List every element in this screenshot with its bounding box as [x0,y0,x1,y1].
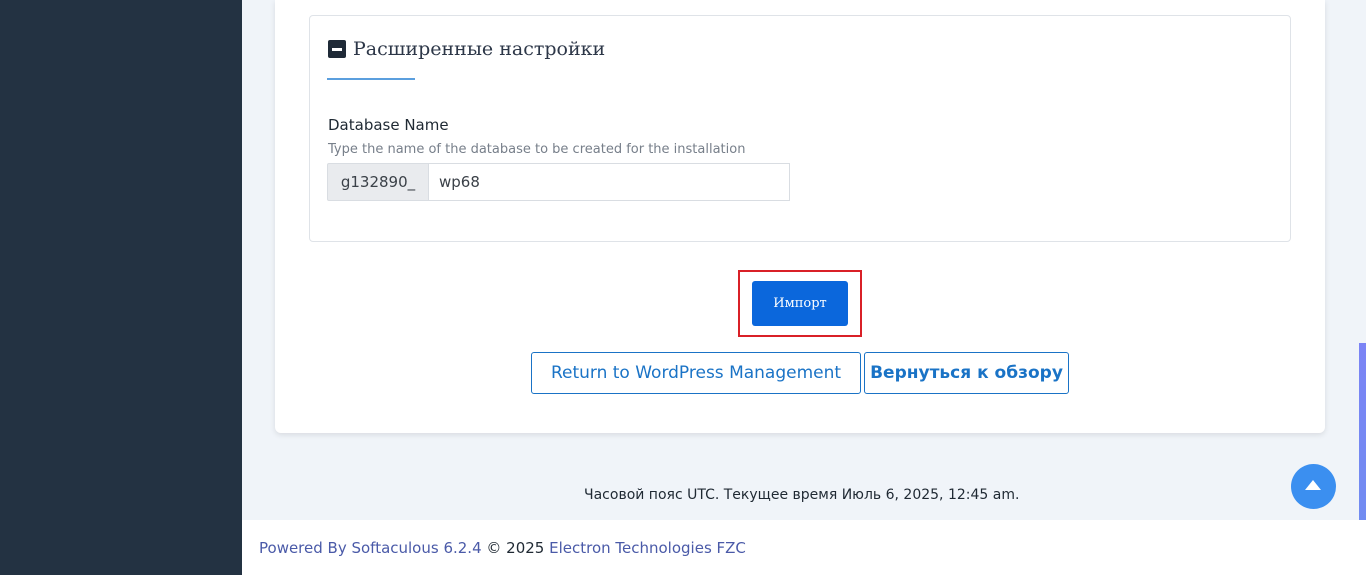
import-button[interactable]: Импорт [752,281,848,326]
return-to-management-button[interactable]: Return to WordPress Management [531,352,861,394]
timezone-text: Часовой пояс UTC. Текущее время Июль 6, … [584,487,1020,503]
return-to-overview-button[interactable]: Вернуться к обзору [864,352,1069,394]
database-name-help: Type the name of the database to be crea… [328,142,746,157]
database-name-input[interactable] [429,163,790,201]
panel-header[interactable]: Расширенные настройки [328,38,605,60]
company-link[interactable]: Electron Technologies FZC [549,539,746,557]
title-underline [327,78,415,80]
footer-text: Powered By Softaculous 6.2.4 © 2025 Elec… [259,539,746,557]
arrow-up-icon[interactable] [1291,464,1336,509]
minus-square-icon[interactable] [328,40,346,58]
panel-title: Расширенные настройки [353,38,606,60]
database-name-group: g132890_ [327,163,790,201]
advanced-settings-panel: Расширенные настройки Database Name Type… [309,15,1291,242]
sidebar [0,0,242,575]
footer: Powered By Softaculous 6.2.4 © 2025 Elec… [242,520,1366,575]
database-name-label: Database Name [328,116,449,134]
database-prefix: g132890_ [327,163,429,201]
softaculous-link[interactable]: Powered By Softaculous 6.2.4 [259,539,482,557]
copyright-text: © 2025 [481,539,550,557]
